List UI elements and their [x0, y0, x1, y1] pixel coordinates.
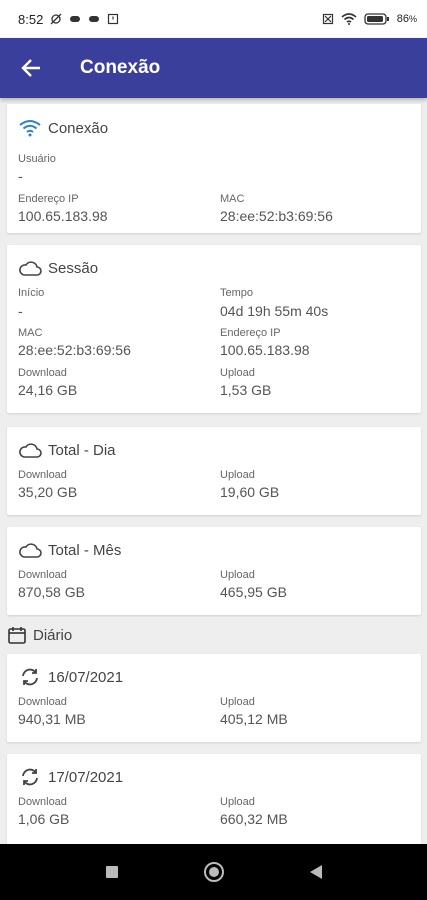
sync-off-icon — [50, 13, 62, 25]
wifi-status-icon — [341, 13, 357, 25]
connection-card-title: Conexão — [48, 119, 109, 137]
triangle-back-icon — [309, 865, 322, 879]
time-value: 04d 19h 55m 40s — [220, 303, 329, 319]
daily-section-title: Diário — [33, 626, 73, 644]
entry-upload-value: 660,32 MB — [220, 811, 288, 827]
connection-card: Conexão Usuário - Endereço IP 100.65.183… — [7, 104, 421, 233]
session-mac-value: 28:ee:52:b3:69:56 — [18, 342, 131, 358]
ip-value: 100.65.183.98 — [18, 208, 108, 224]
mac-label: MAC — [220, 193, 245, 205]
monthly-upload-label: Upload — [220, 569, 255, 581]
cloud-icon — [19, 543, 42, 558]
arrow-left-icon — [21, 59, 40, 77]
monthly-total-header: Total - Mês — [18, 541, 121, 559]
monthly-total-title: Total - Mês — [48, 541, 122, 559]
daily-download-label: Download — [18, 469, 67, 481]
daily-entry-header: 17/07/2021 — [18, 767, 123, 787]
status-bar: 8:52 86% — [0, 0, 427, 38]
square-icon — [105, 866, 118, 878]
daily-entry-date: 16/07/2021 — [48, 668, 124, 686]
daily-upload-value: 19,60 GB — [220, 484, 280, 500]
monthly-total-card: Total - Mês Download 870,58 GB Upload 46… — [7, 527, 421, 615]
entry-download-value: 1,06 GB — [18, 811, 70, 827]
gamepad-icon — [89, 16, 100, 22]
daily-download-value: 35,20 GB — [18, 484, 78, 500]
calendar-icon — [8, 627, 26, 644]
entry-upload-label: Upload — [220, 696, 255, 708]
session-download-value: 24,16 GB — [18, 382, 78, 398]
battery-icon — [364, 13, 389, 25]
mac-value: 28:ee:52:b3:69:56 — [220, 208, 333, 224]
session-upload-value: 1,53 GB — [220, 382, 272, 398]
daily-entry-date: 17/07/2021 — [48, 768, 124, 786]
content-scroll[interactable]: Conexão Usuário - Endereço IP 100.65.183… — [0, 98, 427, 844]
status-time: 8:52 — [18, 11, 44, 27]
session-card-title: Sessão — [48, 259, 99, 277]
time-label: Tempo — [220, 287, 254, 299]
daily-total-card: Total - Dia Download 35,20 GB Upload 19,… — [7, 427, 421, 515]
battery-level: 86% — [396, 13, 417, 25]
monthly-upload-value: 465,95 GB — [220, 584, 287, 600]
system-nav-bar — [0, 844, 427, 900]
daily-upload-label: Upload — [220, 469, 255, 481]
recents-button[interactable] — [97, 857, 127, 887]
circle-icon — [203, 862, 224, 882]
start-label: Início — [18, 287, 45, 299]
daily-entry-header: 16/07/2021 — [18, 667, 123, 687]
status-right: 86% — [322, 13, 417, 25]
entry-download-label: Download — [18, 696, 67, 708]
ip-label: Endereço IP — [18, 193, 79, 205]
cloud-icon — [19, 443, 42, 458]
start-value: - — [18, 303, 23, 319]
session-ip-value: 100.65.183.98 — [220, 342, 310, 358]
sync-icon — [22, 668, 38, 686]
daily-section-header: Diário — [0, 618, 427, 652]
home-button[interactable] — [199, 857, 229, 887]
back-button[interactable] — [0, 38, 62, 98]
wifi-icon — [19, 120, 41, 137]
gamepad-icon — [70, 16, 81, 22]
daily-entry-card[interactable]: 16/07/2021 Download 940,31 MB Upload 405… — [7, 654, 421, 742]
session-ip-label: Endereço IP — [220, 327, 281, 339]
sync-icon — [22, 768, 38, 786]
monthly-download-label: Download — [18, 569, 67, 581]
daily-total-title: Total - Dia — [48, 441, 116, 459]
session-mac-label: MAC — [18, 327, 43, 339]
session-upload-label: Upload — [220, 367, 255, 379]
entry-upload-label: Upload — [220, 796, 255, 808]
app-bar: Conexão — [0, 38, 427, 98]
daily-entry-card[interactable]: 17/07/2021 Download 1,06 GB Upload 660,3… — [7, 754, 421, 844]
connection-card-header: Conexão — [18, 119, 108, 137]
session-card: Sessão Início - Tempo 04d 19h 55m 40s MA… — [7, 245, 421, 413]
entry-upload-value: 405,12 MB — [220, 711, 288, 727]
daily-total-header: Total - Dia — [18, 441, 116, 459]
user-label: Usuário — [18, 153, 56, 165]
entry-download-value: 940,31 MB — [18, 711, 86, 727]
monthly-download-value: 870,58 GB — [18, 584, 85, 600]
cloud-icon — [19, 261, 42, 276]
session-card-header: Sessão — [18, 259, 98, 277]
session-download-label: Download — [18, 367, 67, 379]
no-sim-icon — [322, 13, 333, 25]
page-title: Conexão — [80, 57, 161, 78]
back-nav-button[interactable] — [301, 857, 331, 887]
status-left: 8:52 — [18, 12, 119, 27]
entry-download-label: Download — [18, 796, 67, 808]
screen-icon — [108, 13, 119, 25]
user-value: - — [18, 168, 23, 184]
